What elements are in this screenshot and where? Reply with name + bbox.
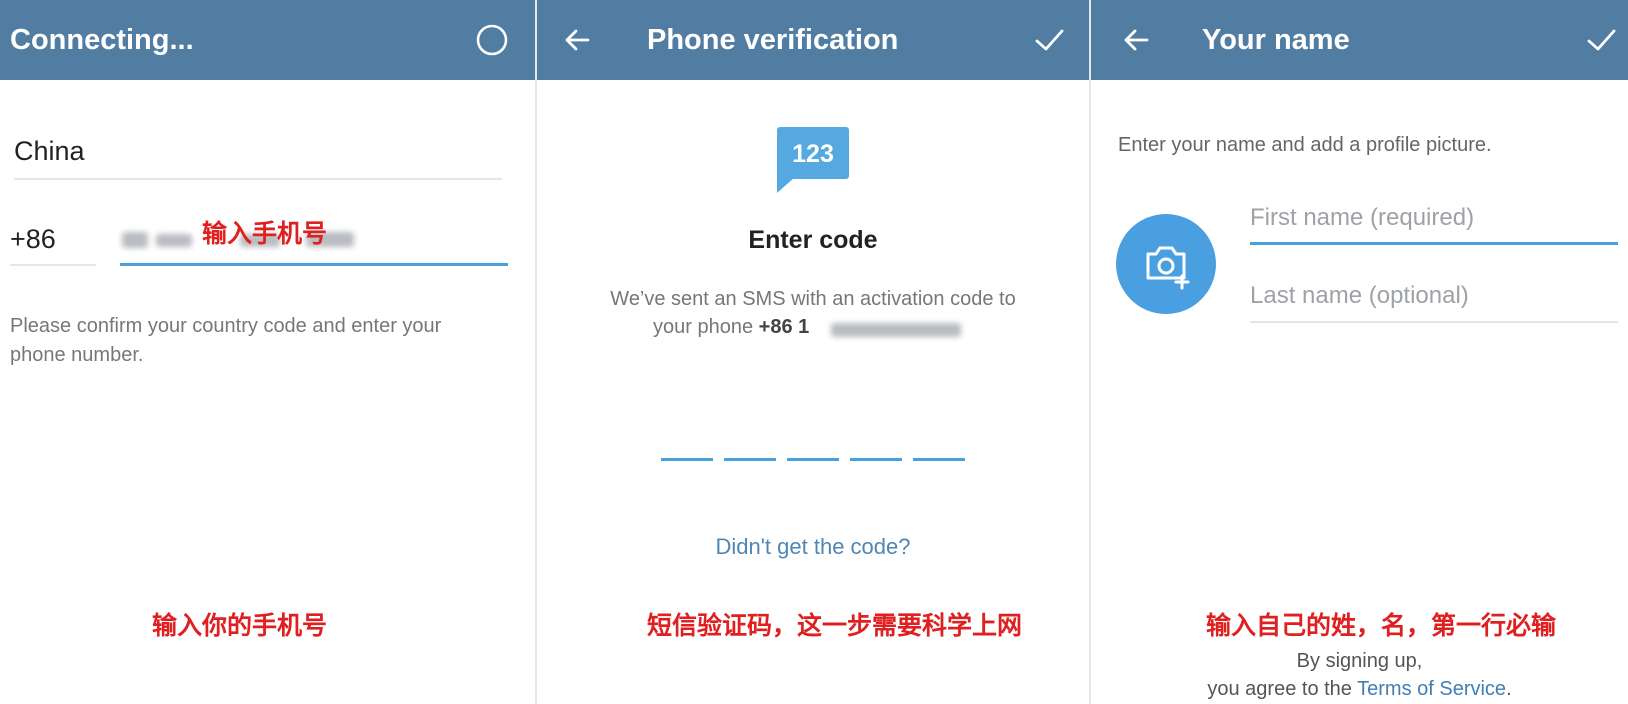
signup-line2-suffix: . [1506, 678, 1512, 700]
sms-code-icon: 123 [777, 127, 849, 193]
bottom-annotation: 输入你的手机号 [152, 612, 328, 640]
header-bar: Your name [1091, 0, 1628, 80]
blurred-phone-digits [122, 232, 148, 248]
first-name-underline [1250, 242, 1618, 245]
phone-hint: Please confirm your country code and ent… [10, 315, 442, 366]
back-arrow-icon[interactable] [557, 20, 597, 60]
last-name-underline [1250, 321, 1618, 323]
first-name-input[interactable]: First name (required) [1250, 204, 1474, 232]
sms-code-badge-text: 123 [792, 140, 834, 168]
checkmark-icon[interactable] [1029, 20, 1069, 60]
bottom-annotation: 输入自己的姓，名，第一行必输 [1206, 612, 1557, 640]
sms-phone-prefix: your phone [653, 316, 759, 338]
phone-verification-panel: Phone verification 123 Enter code We’ve … [537, 0, 1089, 704]
signup-line2-prefix: you agree to the [1207, 678, 1358, 700]
country-code-field[interactable]: +86 [10, 224, 56, 255]
header-bar: Phone verification [537, 0, 1089, 80]
name-intro-text: Enter your name and add a profile pictur… [1118, 134, 1492, 156]
country-selector[interactable]: China [14, 136, 85, 167]
country-code-underline [10, 264, 96, 266]
your-name-panel: Your name Enter your name and add a prof… [1091, 0, 1628, 704]
signup-line1: By signing up, [1296, 650, 1423, 672]
header-title: Phone verification [647, 24, 899, 56]
loading-circle-icon [476, 24, 508, 56]
code-digit-slot[interactable] [913, 458, 965, 461]
checkmark-icon[interactable] [1581, 20, 1621, 60]
sms-phone-number: +86 1 [758, 316, 810, 338]
signup-line2: you agree to the Terms of Service. [1091, 678, 1628, 701]
code-digit-slot[interactable] [661, 458, 713, 461]
phone-entry-panel: Connecting... China +86 输入手机号 Please con… [0, 0, 535, 704]
terms-of-service-link[interactable]: Terms of Service [1357, 678, 1506, 700]
phone-annotation: 输入手机号 [202, 220, 328, 248]
camera-add-icon[interactable] [1116, 214, 1216, 314]
code-digit-slot[interactable] [787, 458, 839, 461]
resend-code-link[interactable]: Didn't get the code? [537, 534, 1089, 560]
sms-phone-line: your phone +86 1 [653, 316, 809, 339]
back-arrow-icon[interactable] [1116, 20, 1156, 60]
sms-sent-text: We’ve sent an SMS with an activation cod… [610, 288, 1016, 310]
header-title: Your name [1202, 24, 1350, 56]
enter-code-heading: Enter code [748, 226, 878, 254]
header-bar: Connecting... [0, 0, 535, 80]
phone-underline [120, 263, 508, 266]
blurred-phone-digits [831, 323, 961, 337]
bottom-annotation: 短信验证码，这一步需要科学上网 [647, 612, 1023, 640]
code-digit-slot[interactable] [850, 458, 902, 461]
code-input[interactable] [661, 430, 971, 466]
last-name-input[interactable]: Last name (optional) [1250, 282, 1469, 310]
code-digit-slot[interactable] [724, 458, 776, 461]
country-underline [14, 178, 502, 180]
blurred-phone-digits [156, 234, 192, 247]
header-title: Connecting... [10, 24, 194, 56]
